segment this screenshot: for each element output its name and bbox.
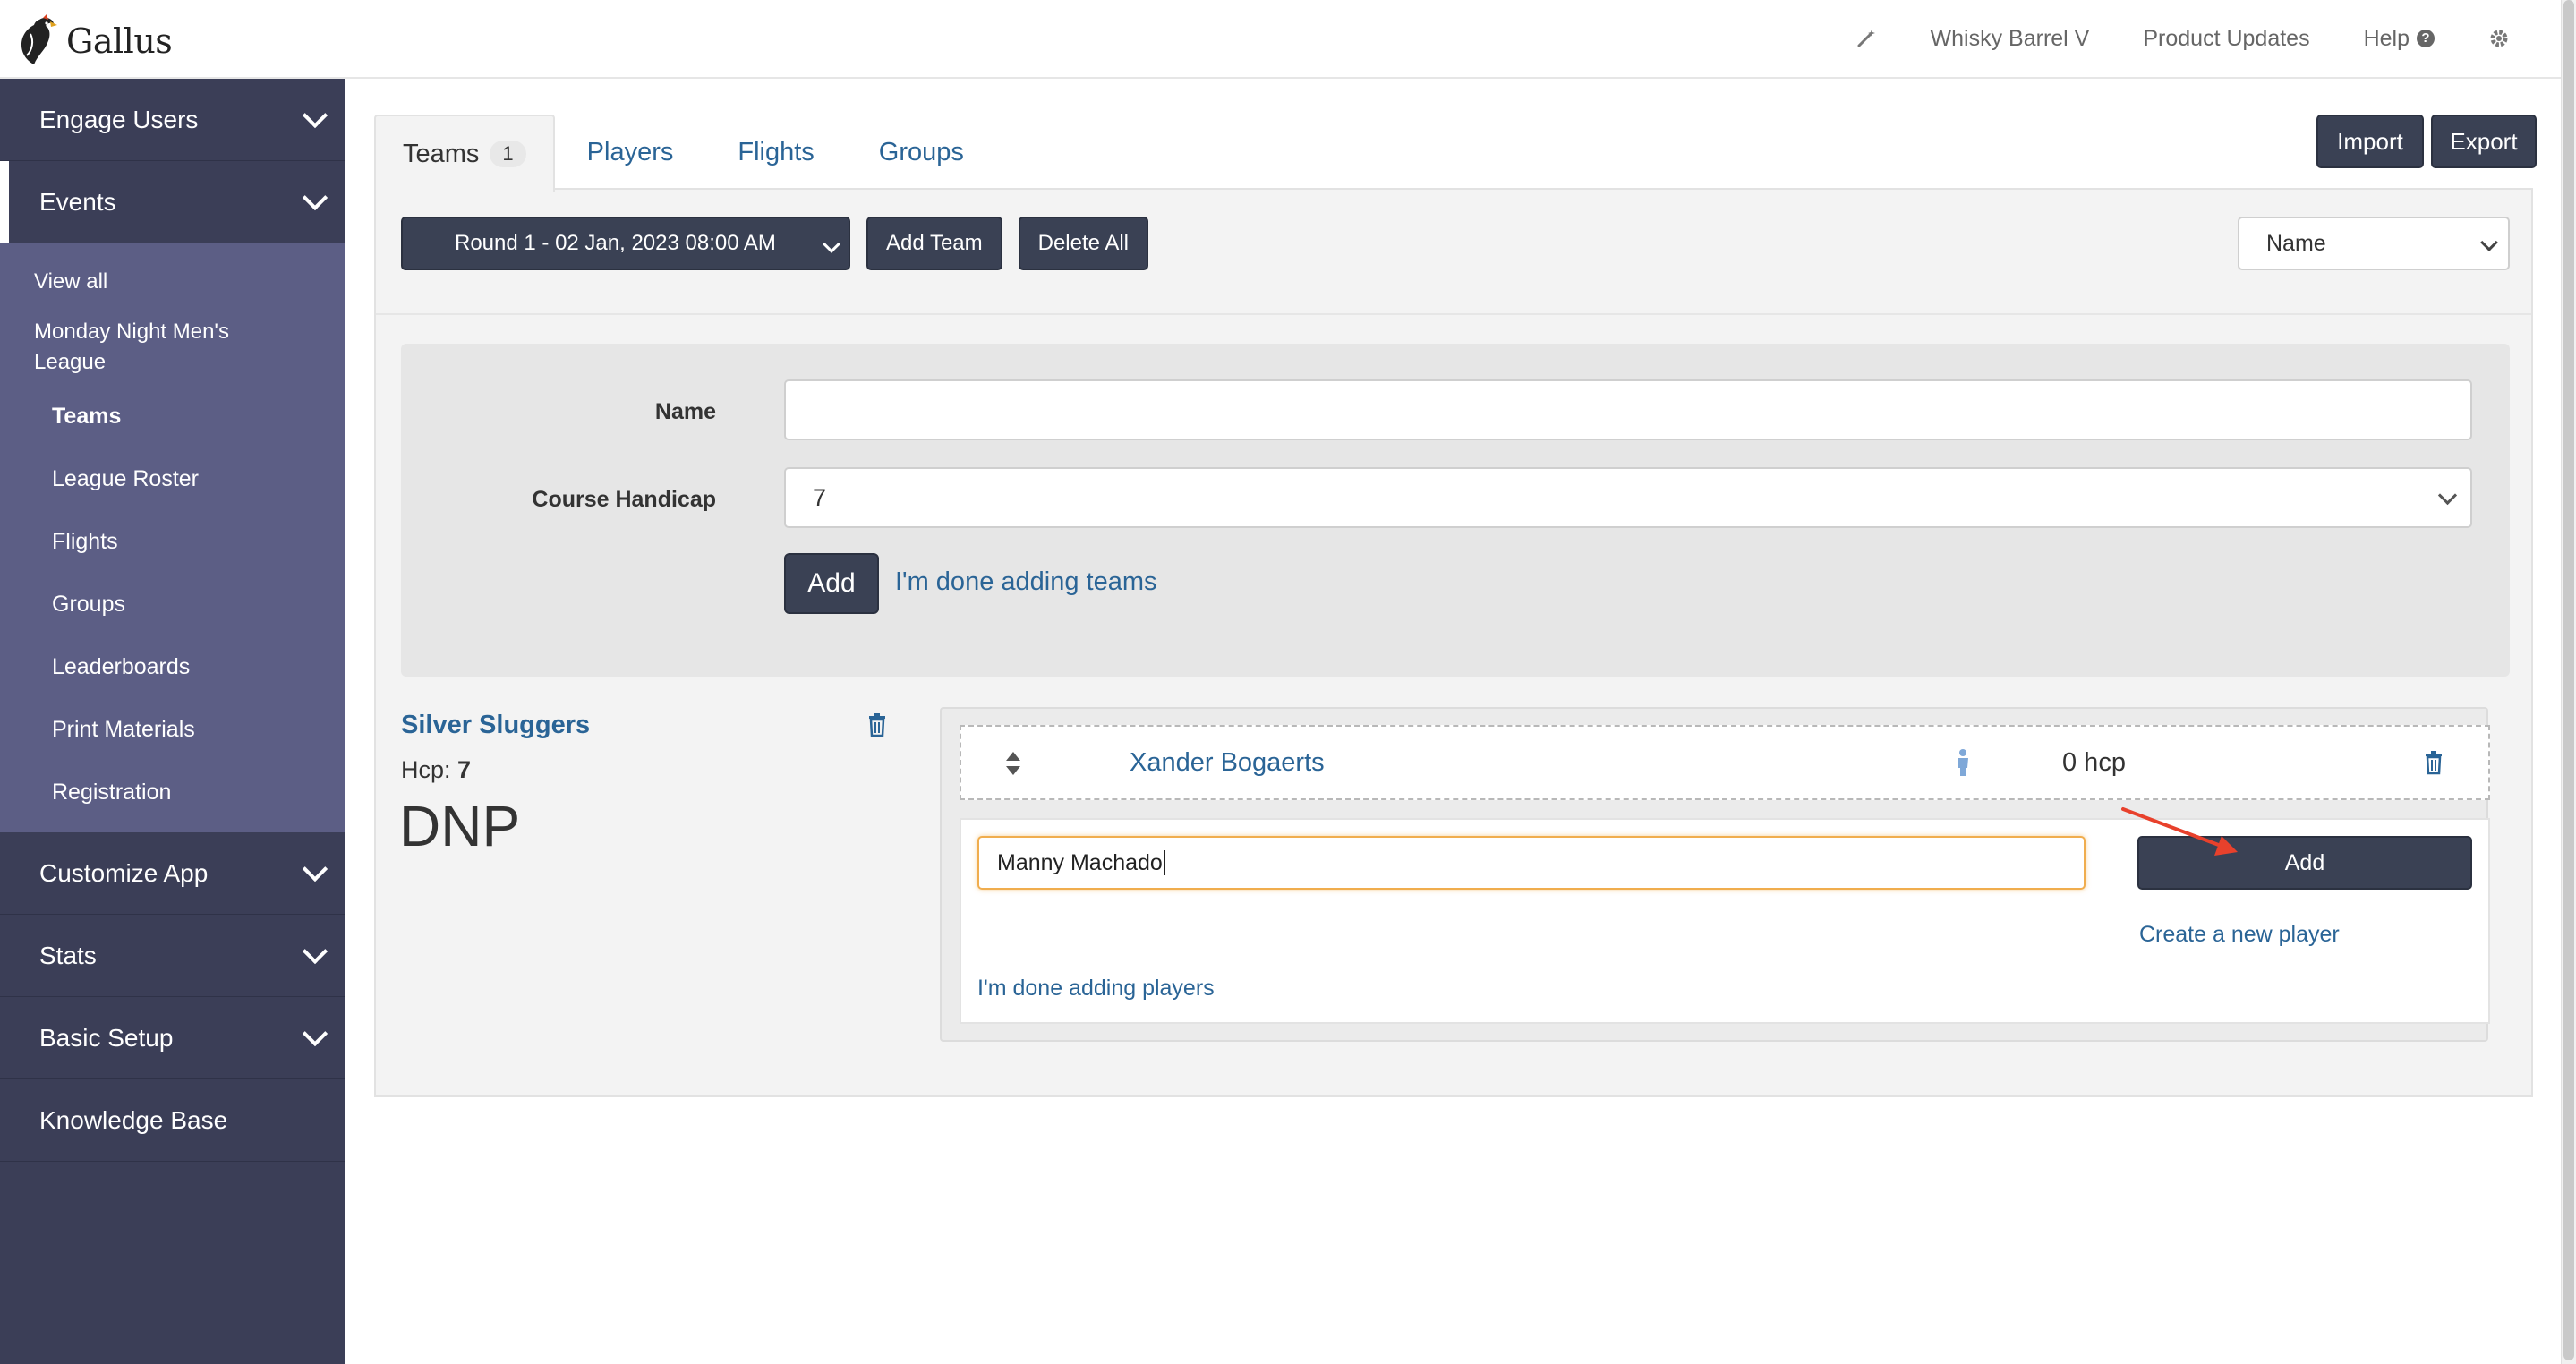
sidebar-link-view-all[interactable]: View all bbox=[0, 267, 345, 297]
help-icon: ? bbox=[2417, 30, 2435, 47]
player-name-link[interactable]: Xander Bogaerts bbox=[1130, 748, 1325, 778]
sidebar-item-registration[interactable]: Registration bbox=[0, 761, 345, 823]
help-link[interactable]: Help ? bbox=[2364, 26, 2435, 52]
sidebar-item-events[interactable]: Events bbox=[0, 161, 345, 243]
add-team-button[interactable]: Add Team bbox=[866, 217, 1002, 270]
top-nav: Whisky Barrel V Product Updates Help ? bbox=[1855, 0, 2510, 77]
team-hcp-label: Hcp: bbox=[401, 756, 451, 783]
course-handicap-label: Course Handicap bbox=[532, 487, 716, 512]
chevron-down-icon bbox=[2437, 485, 2458, 506]
course-handicap-value: 7 bbox=[813, 483, 827, 511]
team-count-badge: 1 bbox=[490, 141, 526, 167]
person-icon bbox=[1958, 749, 1968, 776]
sidebar-item-label: Knowledge Base bbox=[39, 1105, 228, 1134]
export-button[interactable]: Export bbox=[2431, 115, 2537, 168]
drag-sort-icon[interactable] bbox=[1004, 750, 1022, 777]
add-player-button[interactable]: Add bbox=[2137, 836, 2472, 890]
sidebar-item-leaderboards[interactable]: Leaderboards bbox=[0, 635, 345, 698]
sidebar-link-league[interactable]: Monday Night Men's League bbox=[0, 317, 285, 378]
settings-gear-icon[interactable] bbox=[2488, 28, 2510, 49]
sidebar-item-teams[interactable]: Teams bbox=[0, 385, 345, 448]
create-new-player-link[interactable]: Create a new player bbox=[2139, 922, 2340, 948]
sidebar-item-label: Engage Users bbox=[39, 105, 199, 133]
teams-toolbar: Round 1 - 02 Jan, 2023 08:00 AM Add Team… bbox=[401, 217, 1149, 270]
chevron-down-icon bbox=[2480, 234, 2498, 251]
gear-icon bbox=[2490, 30, 2508, 47]
chevron-down-icon bbox=[823, 235, 840, 253]
sidebar-item-print-materials[interactable]: Print Materials bbox=[0, 698, 345, 761]
text-cursor bbox=[1163, 850, 1165, 875]
sidebar-item-stats[interactable]: Stats bbox=[0, 915, 345, 997]
team-status: DNP bbox=[399, 794, 521, 858]
team-name-label: Name bbox=[654, 399, 716, 424]
rooster-logo-icon bbox=[21, 14, 57, 65]
chevron-down-icon bbox=[302, 184, 328, 210]
sidebar-events-submenu: View all Monday Night Men's League Teams… bbox=[0, 243, 345, 832]
page-scrollbar[interactable] bbox=[2561, 0, 2576, 1364]
team-name-input[interactable] bbox=[784, 379, 2472, 440]
club-selector[interactable]: Whisky Barrel V bbox=[1931, 26, 2090, 52]
wand-icon bbox=[1857, 30, 1875, 47]
delete-all-button[interactable]: Delete All bbox=[1018, 217, 1149, 270]
delete-player-trash-icon[interactable] bbox=[2424, 750, 2444, 775]
course-handicap-select[interactable]: 7 bbox=[784, 467, 2472, 528]
sidebar-item-groups[interactable]: Groups bbox=[0, 573, 345, 635]
add-team-submit-button[interactable]: Add bbox=[784, 553, 879, 614]
sidebar-item-league-roster[interactable]: League Roster bbox=[0, 448, 345, 510]
sidebar-item-basic-setup[interactable]: Basic Setup bbox=[0, 997, 345, 1079]
round-select-value: Round 1 - 02 Jan, 2023 08:00 AM bbox=[455, 231, 776, 255]
tab-flights[interactable]: Flights bbox=[705, 115, 846, 190]
done-adding-players-link[interactable]: I'm done adding players bbox=[977, 976, 1215, 1002]
product-updates-link[interactable]: Product Updates bbox=[2143, 26, 2309, 52]
chevron-down-icon bbox=[302, 1020, 328, 1046]
import-button[interactable]: Import bbox=[2316, 115, 2424, 168]
done-adding-teams-link[interactable]: I'm done adding teams bbox=[895, 567, 1157, 597]
app-logo[interactable]: Gallus bbox=[13, 14, 173, 68]
scrollbar-thumb[interactable] bbox=[2563, 0, 2574, 1360]
sidebar-item-engage-users[interactable]: Engage Users bbox=[0, 79, 345, 161]
help-label: Help bbox=[2363, 25, 2410, 51]
round-select[interactable]: Round 1 - 02 Jan, 2023 08:00 AM bbox=[401, 217, 850, 270]
top-bar: Gallus Whisky Barrel V Product Updates H… bbox=[0, 0, 2562, 79]
divider bbox=[376, 313, 2531, 315]
sidebar: Engage Users Events View all Monday Nigh… bbox=[0, 79, 345, 1364]
tab-label: Teams bbox=[403, 139, 480, 168]
sort-select[interactable]: Name bbox=[2238, 217, 2510, 270]
delete-team-trash-icon[interactable] bbox=[867, 712, 887, 737]
sidebar-item-knowledge-base[interactable]: Knowledge Base bbox=[0, 1079, 345, 1162]
team-hcp-value: 7 bbox=[457, 756, 472, 783]
player-search-value: Manny Machado bbox=[997, 849, 1163, 875]
chevron-down-icon bbox=[302, 102, 328, 128]
sidebar-item-label: Events bbox=[39, 187, 116, 216]
sidebar-item-flights[interactable]: Flights bbox=[0, 510, 345, 573]
team-name-link[interactable]: Silver Sluggers bbox=[401, 711, 590, 740]
sort-select-value: Name bbox=[2266, 230, 2326, 256]
team-hcp: Hcp: 7 bbox=[401, 756, 471, 784]
tab-groups[interactable]: Groups bbox=[847, 115, 996, 190]
tab-teams[interactable]: Teams 1 bbox=[374, 115, 555, 192]
tab-bar: Teams 1 Players Flights Groups bbox=[374, 115, 996, 192]
app-name: Gallus bbox=[66, 21, 173, 61]
player-search-input[interactable]: Manny Machado bbox=[977, 836, 2086, 890]
player-hcp: 0 hcp bbox=[2062, 748, 2126, 777]
sidebar-item-label: Stats bbox=[39, 941, 97, 969]
magic-wand-icon[interactable] bbox=[1855, 28, 1877, 49]
sidebar-item-label: Basic Setup bbox=[39, 1023, 174, 1052]
tab-players[interactable]: Players bbox=[555, 115, 706, 190]
chevron-down-icon bbox=[302, 856, 328, 882]
sidebar-item-label: Customize App bbox=[39, 858, 209, 887]
sidebar-item-customize-app[interactable]: Customize App bbox=[0, 832, 345, 915]
chevron-down-icon bbox=[302, 938, 328, 964]
